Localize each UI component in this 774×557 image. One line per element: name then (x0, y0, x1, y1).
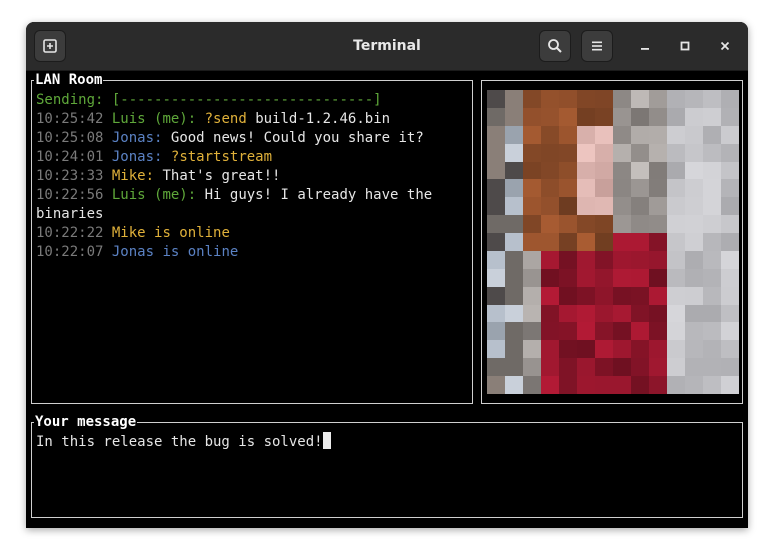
message-time: 10:25:42 (36, 111, 104, 127)
minimize-button[interactable] (634, 35, 656, 57)
message-sender: Luis (me): (111, 187, 197, 203)
message-sender: Jonas: (111, 149, 163, 165)
message-sender: Mike: (111, 168, 155, 184)
close-button[interactable] (714, 35, 736, 57)
message-time: 10:22:07 (36, 244, 104, 260)
terminal-window: Terminal LAN Room Sending: [------------… (26, 22, 748, 528)
message-command: ?startstream (170, 149, 273, 165)
message-sender: Jonas: (111, 130, 163, 146)
chat-panel-title: LAN Room (34, 71, 104, 89)
message-text-wrap: binaries (36, 206, 104, 222)
text-cursor (322, 432, 331, 449)
message-time: 10:22:56 (36, 187, 104, 203)
sending-progress-bar: [------------------------------] (111, 92, 382, 108)
search-icon (548, 39, 562, 53)
maximize-button[interactable] (674, 35, 696, 57)
video-panel (481, 80, 743, 404)
chat-status: 10:22:22 Mike is online (36, 224, 230, 243)
menu-button[interactable] (581, 30, 613, 62)
sending-progress: Sending: [------------------------------… (36, 91, 382, 110)
message-time: 10:24:01 (36, 149, 104, 165)
chat-message: 10:24:01 Jonas: ?startstream (36, 148, 272, 167)
search-button[interactable] (539, 30, 571, 62)
message-sender: Luis (me): (111, 111, 197, 127)
message-panel: Your message In this release the bug is … (31, 413, 743, 518)
minimize-icon (641, 48, 649, 50)
message-panel-title: Your message (34, 413, 138, 431)
message-time: 10:25:08 (36, 130, 104, 146)
message-input-text: In this release the bug is solved! (36, 434, 323, 450)
message-command: ?send (204, 111, 247, 127)
message-text: Hi guys! I already have the (204, 187, 433, 203)
message-text: That's great!! (162, 168, 281, 184)
message-time: 10:22:22 (36, 225, 104, 241)
chat-message: 10:23:33 Mike: That's great!! (36, 167, 280, 186)
chat-message-wrap: binaries (36, 205, 103, 224)
chat-message: 10:25:08 Jonas: Good news! Could you sha… (36, 129, 424, 148)
message-text: build-1.2.46.bin (246, 111, 391, 127)
video-stream (487, 90, 739, 394)
status-text: Jonas is online (111, 244, 239, 260)
close-icon (720, 41, 730, 51)
chat-message: 10:22:56 Luis (me): Hi guys! I already h… (36, 186, 432, 205)
chat-panel: LAN Room Sending: [---------------------… (31, 71, 473, 404)
hamburger-menu-icon (592, 41, 602, 51)
maximize-icon (680, 41, 690, 51)
sending-label: Sending: (36, 92, 104, 108)
message-text: Good news! Could you share it? (170, 130, 424, 146)
chat-message: 10:25:42 Luis (me): ?send build-1.2.46.b… (36, 110, 390, 129)
message-input[interactable]: In this release the bug is solved! (36, 432, 331, 452)
status-text: Mike is online (111, 225, 230, 241)
title-bar: Terminal (26, 22, 748, 71)
message-time: 10:23:33 (36, 168, 104, 184)
chat-status: 10:22:07 Jonas is online (36, 243, 238, 262)
